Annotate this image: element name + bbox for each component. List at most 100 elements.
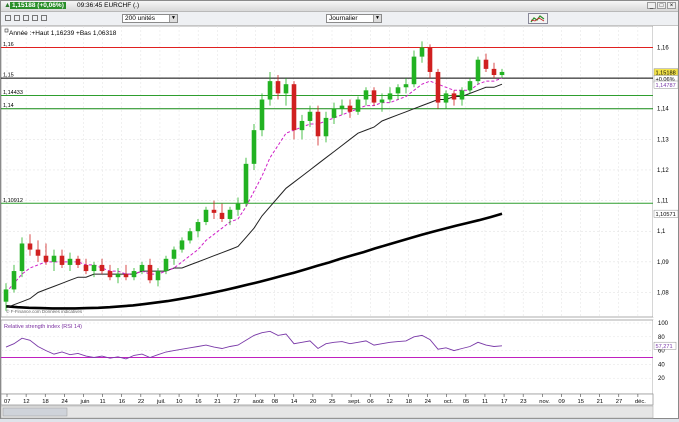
chart-area[interactable]: 1,161,151,144331,141,10912 1,161,151,141… (0, 25, 679, 420)
link-icon[interactable] (5, 15, 11, 21)
candle-body[interactable] (35, 249, 41, 256)
candle-body[interactable] (219, 212, 225, 219)
candle-body[interactable] (435, 71, 441, 103)
candle-body[interactable] (11, 271, 17, 290)
candle-body[interactable] (315, 111, 321, 137)
candle-body[interactable] (99, 264, 105, 272)
candle-body[interactable] (203, 209, 209, 223)
candle-body[interactable] (267, 81, 273, 100)
candle-body[interactable] (419, 47, 425, 57)
price-tag-label: 1,10571 (656, 212, 676, 218)
chart-toolbar: 200 unités ▼ Journalier ▼ (1, 12, 678, 26)
candle-body[interactable] (467, 81, 473, 91)
horizontal-scrollbar[interactable] (0, 405, 654, 419)
price-panel: 1,161,151,144331,141,10912 1,161,151,141… (0, 25, 679, 318)
chart-type-icon (530, 15, 545, 23)
candle-body[interactable] (123, 274, 129, 278)
candle-body[interactable] (195, 222, 201, 232)
interval-select[interactable]: Journalier ▼ (326, 14, 382, 23)
x-tick-label: juin (79, 399, 89, 405)
period-select[interactable]: 200 unités ▼ (122, 14, 178, 23)
x-tick-label: 16 (119, 399, 125, 405)
print-icon[interactable] (41, 15, 47, 21)
candle-body[interactable] (131, 271, 137, 278)
x-tick-label: 22 (138, 399, 144, 405)
layers-icon[interactable] (23, 15, 29, 21)
candle-body[interactable] (115, 274, 121, 278)
save-icon[interactable] (32, 15, 38, 21)
candle-body[interactable] (275, 81, 281, 94)
candle-body[interactable] (27, 243, 33, 250)
candle-body[interactable] (331, 108, 337, 118)
candle-body[interactable] (451, 93, 457, 100)
chart-canvas[interactable]: 1,161,151,144331,141,10912 1,161,151,141… (0, 25, 679, 420)
candle-body[interactable] (259, 99, 265, 131)
candle-body[interactable] (347, 105, 353, 112)
candle-body[interactable] (459, 90, 465, 100)
x-tick-label: 12 (386, 399, 392, 405)
minimize-button[interactable]: _ (647, 2, 656, 9)
candle-body[interactable] (499, 71, 505, 76)
candle-body[interactable] (363, 90, 369, 100)
candle-body[interactable] (387, 93, 393, 100)
candle-body[interactable] (75, 258, 81, 265)
rsi-value-label: 57,271 (656, 344, 673, 350)
candle-body[interactable] (443, 93, 449, 103)
candle-body[interactable] (371, 90, 377, 103)
candle-body[interactable] (43, 255, 49, 262)
chart-type-button[interactable] (528, 13, 548, 24)
candle-body[interactable] (251, 130, 257, 164)
candle-body[interactable] (291, 84, 297, 131)
maximize-button[interactable]: □ (657, 2, 666, 9)
rsi-axis-background (653, 320, 678, 394)
lock-icon[interactable] (14, 15, 20, 21)
x-tick-label: 15 (578, 399, 584, 405)
candle-body[interactable] (51, 255, 57, 262)
candle-body[interactable] (59, 255, 65, 265)
candle-body[interactable] (107, 271, 113, 278)
candle-body[interactable] (83, 264, 89, 272)
chart-window: ▲ 1,15188 (+0,06%) 09:36:45 EURCHF (.) _… (0, 0, 679, 419)
candle-body[interactable] (91, 264, 97, 272)
candle-body[interactable] (339, 105, 345, 109)
candle-body[interactable] (211, 209, 217, 213)
candle-body[interactable] (427, 47, 433, 72)
candle-body[interactable] (187, 231, 193, 241)
candle-body[interactable] (475, 59, 481, 82)
candle-body[interactable] (355, 99, 361, 112)
candle-body[interactable] (235, 203, 241, 210)
rsi-y-axis: 1008060402057,271 (653, 320, 678, 394)
candle-body[interactable] (483, 59, 489, 69)
candle-body[interactable] (3, 289, 9, 302)
candle-body[interactable] (147, 264, 153, 281)
candle-body[interactable] (283, 84, 289, 94)
x-tick-label: 09 (558, 399, 564, 405)
candle-body[interactable] (411, 56, 417, 85)
x-tick-label: 24 (61, 399, 68, 405)
candle-body[interactable] (139, 264, 145, 272)
candle-body[interactable] (403, 84, 409, 88)
candle-body[interactable] (67, 258, 73, 265)
candle-body[interactable] (307, 111, 313, 121)
candle-body[interactable] (395, 87, 401, 94)
candle-body[interactable] (155, 271, 161, 281)
x-tick-label: 20 (310, 399, 316, 405)
rsi-panel: 1008060402057,271 Relative strength inde… (0, 319, 678, 395)
candle-body[interactable] (491, 68, 497, 76)
candle-body[interactable] (19, 243, 25, 272)
candle-body[interactable] (243, 163, 249, 204)
candle-body[interactable] (179, 240, 185, 250)
rsi-tick-label: 40 (658, 362, 665, 368)
candle-body[interactable] (299, 120, 305, 131)
title-bar[interactable]: ▲ 1,15188 (+0,06%) 09:36:45 EURCHF (.) _… (1, 1, 678, 12)
chevron-down-icon: ▼ (169, 15, 177, 22)
candle-body[interactable] (379, 99, 385, 103)
date-x-axis: 07 12 18 24 juin 11 16 22 juil. 10 16 21 27 août 08 14 2… (0, 393, 654, 406)
candle-body[interactable] (163, 258, 169, 272)
close-button[interactable]: × (667, 2, 676, 9)
candle-body[interactable] (171, 249, 177, 259)
scrollbar-thumb[interactable] (2, 407, 68, 417)
candle-body[interactable] (227, 209, 233, 219)
x-tick-label: 21 (214, 399, 220, 405)
candle-body[interactable] (323, 117, 329, 137)
